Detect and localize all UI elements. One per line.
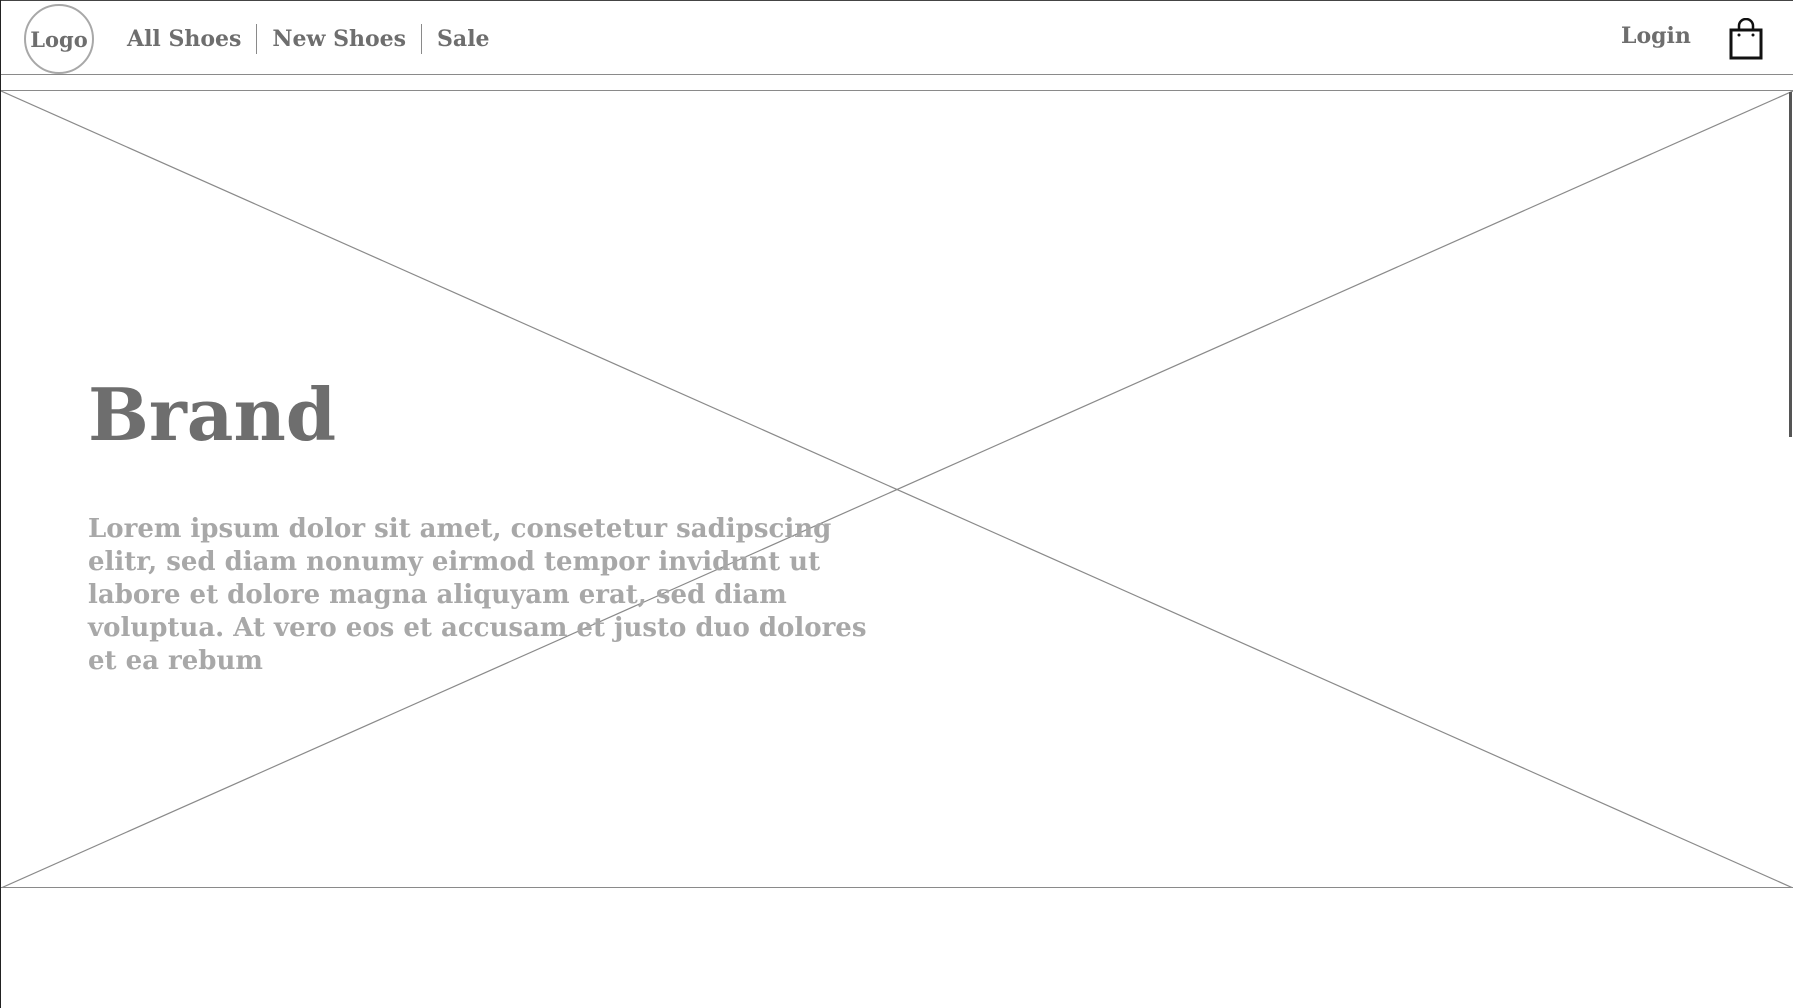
nav-sale[interactable]: Sale xyxy=(437,26,490,52)
nav-divider xyxy=(421,24,423,54)
hero-banner: Brand Lorem ipsum dolor sit amet, conset… xyxy=(1,91,1793,888)
logo[interactable]: Logo xyxy=(24,4,94,74)
nav-divider xyxy=(256,24,258,54)
hero-title: Brand xyxy=(88,372,337,457)
main-nav: All Shoes New Shoes Sale xyxy=(127,23,490,55)
page: Logo All Shoes New Shoes Sale Login Bran… xyxy=(0,0,1793,1008)
site-header: Logo All Shoes New Shoes Sale Login xyxy=(1,1,1793,75)
nav-new-shoes[interactable]: New Shoes xyxy=(272,26,406,52)
image-placeholder-icon xyxy=(1,91,1793,888)
nav-all-shoes[interactable]: All Shoes xyxy=(127,26,241,52)
login-link[interactable]: Login xyxy=(1621,23,1691,49)
shopping-bag-glyph xyxy=(1729,17,1763,60)
shopping-bag-icon[interactable] xyxy=(1728,17,1764,60)
scrollbar-thumb[interactable] xyxy=(1789,92,1792,437)
hero-description: Lorem ipsum dolor sit amet, consetetur s… xyxy=(88,514,867,676)
